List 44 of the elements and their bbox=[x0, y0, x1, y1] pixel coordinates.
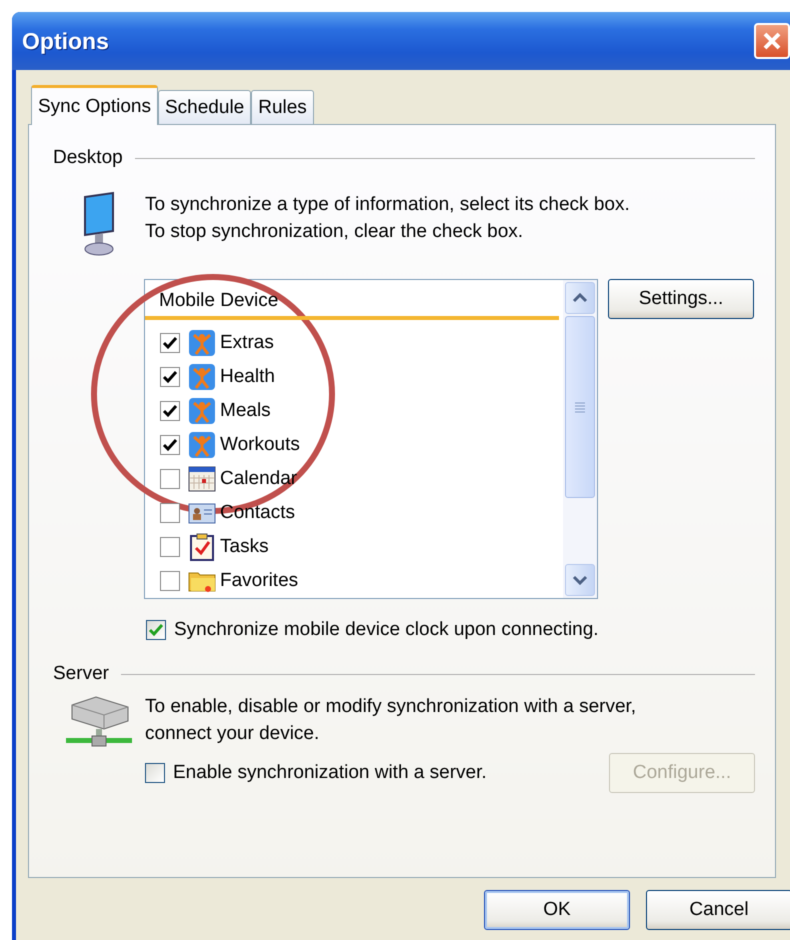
figure-icon bbox=[188, 363, 216, 391]
checkbox[interactable] bbox=[160, 537, 180, 557]
checkbox[interactable] bbox=[160, 401, 180, 421]
window-title: Options bbox=[22, 28, 110, 54]
item-label: Meals bbox=[220, 400, 271, 422]
tab[interactable]: Schedule bbox=[158, 90, 252, 124]
figure-icon bbox=[188, 431, 216, 459]
checkbox[interactable] bbox=[160, 469, 180, 489]
grip-icon bbox=[574, 401, 586, 413]
calendar-icon bbox=[188, 465, 216, 493]
instruction-text: To enable, disable or modify synchronization with a server, bbox=[145, 695, 636, 719]
checkbox[interactable] bbox=[160, 435, 180, 455]
settings-button[interactable]: Settings... bbox=[608, 279, 754, 319]
checkbox-label: Synchronize mobile device clock upon connecting. bbox=[174, 619, 599, 641]
dialog-button[interactable]: OK bbox=[484, 890, 630, 930]
tab[interactable]: Sync Options bbox=[31, 85, 158, 125]
checkbox[interactable] bbox=[146, 620, 166, 640]
monitor-icon bbox=[81, 191, 117, 257]
tab[interactable]: Rules bbox=[251, 90, 314, 124]
clipboard-icon bbox=[188, 533, 216, 561]
item-label: Tasks bbox=[220, 536, 269, 558]
item-label: Contacts bbox=[220, 502, 295, 524]
checkbox[interactable] bbox=[160, 571, 180, 591]
dialog-button[interactable]: Cancel bbox=[646, 890, 790, 930]
list-header: Mobile Device bbox=[145, 284, 559, 320]
checkbox[interactable] bbox=[160, 367, 180, 387]
figure-icon bbox=[188, 329, 216, 357]
item-label: Extras bbox=[220, 332, 274, 354]
checkbox[interactable] bbox=[160, 333, 180, 353]
group-heading: Desktop bbox=[53, 147, 123, 169]
checkbox[interactable] bbox=[145, 763, 165, 783]
item-label: Workouts bbox=[220, 434, 300, 456]
instruction-text: To stop synchronization, clear the check box. bbox=[145, 220, 524, 244]
checkbox-label: Enable synchronization with a server. bbox=[173, 762, 487, 784]
instruction-text: connect your device. bbox=[145, 722, 320, 746]
scrollbar[interactable] bbox=[563, 280, 597, 598]
item-label: Favorites bbox=[220, 570, 298, 592]
figure-icon bbox=[188, 397, 216, 425]
close-button[interactable] bbox=[754, 23, 790, 59]
close-icon bbox=[761, 30, 783, 52]
item-label: Health bbox=[220, 366, 275, 388]
group-heading: Server bbox=[53, 663, 109, 685]
instruction-text: To synchronize a type of information, select its check box. bbox=[145, 193, 630, 217]
checkbox[interactable] bbox=[160, 503, 180, 523]
